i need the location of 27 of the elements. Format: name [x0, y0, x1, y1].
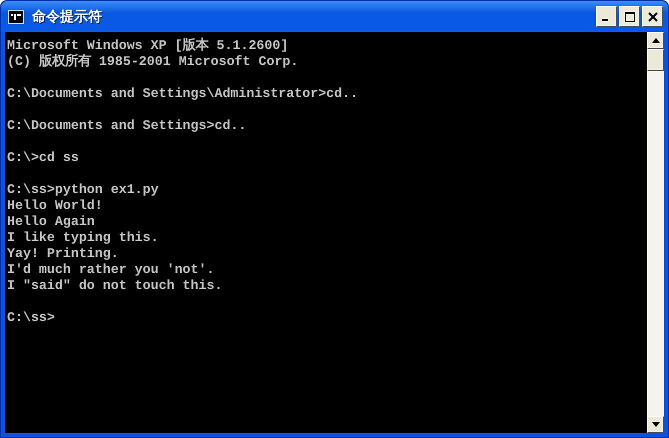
down-arrow-icon [652, 422, 660, 427]
maximize-button[interactable] [619, 6, 640, 27]
console-line: Yay! Printing. [7, 246, 119, 262]
maximize-icon [624, 12, 634, 22]
console-line: Hello Again [7, 214, 95, 230]
console-icon [8, 10, 24, 24]
window-title: 命令提示符 [32, 8, 103, 26]
scrollbar[interactable] [647, 32, 664, 433]
console-line: C:\Documents and Settings\Administrator>cd.. [7, 86, 358, 102]
console-line: C:\Documents and Settings>cd.. [7, 118, 246, 134]
console-line: Hello World! [7, 198, 103, 214]
console-line: I'd much rather you 'not'. [7, 262, 214, 278]
console-line: (C) 版权所有 1985-2001 Microsoft Corp. [7, 54, 298, 70]
console-line: C:\ss>python ex1.py [7, 182, 159, 198]
close-icon [648, 12, 658, 22]
minimize-icon [602, 19, 608, 21]
scroll-up-button[interactable] [647, 32, 664, 49]
up-arrow-icon [652, 38, 660, 43]
close-button[interactable] [642, 6, 663, 27]
console-line: C:\ss> [7, 310, 55, 326]
console-line: I "said" do not touch this. [7, 278, 222, 294]
console-line: I like typing this. [7, 230, 159, 246]
scroll-thumb[interactable] [647, 49, 664, 71]
console-line: Microsoft Windows XP [版本 5.1.2600] [7, 38, 288, 54]
scroll-down-button[interactable] [647, 416, 664, 433]
minimize-button[interactable] [596, 6, 617, 27]
console-line: C:\>cd ss [7, 150, 79, 166]
